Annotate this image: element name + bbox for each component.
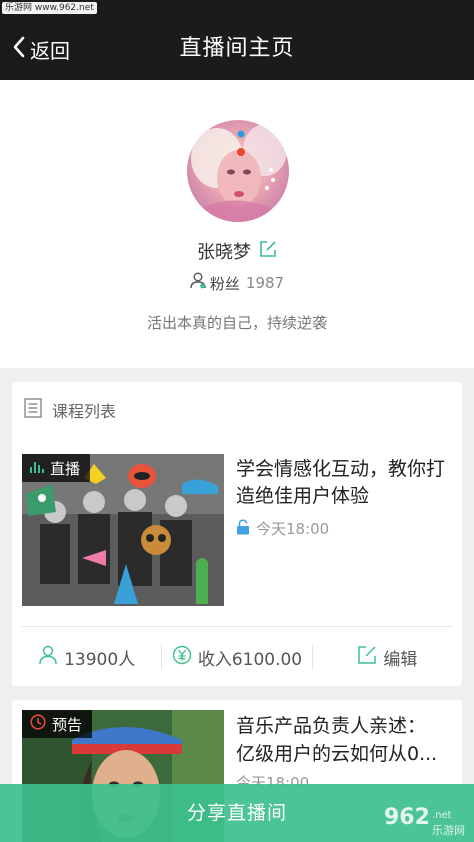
card-divider	[22, 626, 452, 627]
svg-text:乐游网: 乐游网	[432, 824, 465, 837]
bio: 活出本真的自己，持续逆袭	[146, 314, 327, 332]
user-icon	[38, 645, 64, 670]
live-badge-label: 直播	[50, 459, 81, 478]
course-list-header: 课程列表	[24, 398, 116, 422]
viewers-count: 13900人	[64, 649, 136, 670]
course-list-card: 课程列表 直播 学会情感化互动，教你打造绝佳用户体验 今天18:00 13900…	[12, 382, 462, 686]
svg-text:962: 962	[384, 805, 430, 830]
nav-bar: 返回 直播间主页	[0, 18, 474, 80]
course-title-line2: 亿级用户的云如何从0...	[236, 743, 438, 765]
preview-badge: 预告	[22, 710, 93, 738]
profile-section: 张晓梦 粉丝 1987 活出本真的自己，持续逆袭	[0, 80, 474, 368]
page-title: 直播间主页	[179, 36, 295, 61]
edit-icon[interactable]	[259, 240, 277, 262]
user-icon	[190, 272, 206, 294]
watermark-top: 乐游网 www.962.net	[2, 2, 97, 14]
username: 张晓梦	[197, 242, 251, 263]
course-thumbnail[interactable]: 直播	[22, 454, 224, 606]
course-title[interactable]: 音乐产品负责人亲述： 亿级用户的云如何从0...	[236, 712, 458, 768]
svg-text:.net: .net	[432, 810, 452, 821]
signal-icon	[30, 459, 50, 477]
viewers-stat: 13900人	[12, 645, 161, 670]
lock-icon	[236, 518, 256, 539]
edit-course-button[interactable]: 编辑	[313, 645, 462, 670]
clock-icon	[30, 714, 52, 734]
course-time: 今天18:00	[256, 520, 330, 538]
fans-label: 粉丝	[209, 274, 240, 293]
course-title-line1: 音乐产品负责人亲述：	[236, 715, 427, 737]
fans-count: 1987	[245, 274, 285, 292]
course-stats: 13900人 收入6100.00 编辑	[12, 634, 462, 680]
preview-badge-label: 预告	[52, 715, 83, 734]
watermark-logo: 962 .net 乐游网	[382, 802, 470, 838]
course-list-title: 课程列表	[52, 402, 117, 421]
yuan-icon	[172, 645, 198, 670]
edit-icon	[357, 645, 383, 670]
list-icon	[24, 398, 42, 422]
live-badge: 直播	[22, 454, 91, 482]
income-amount: 收入6100.00	[197, 649, 303, 670]
income-stat: 收入6100.00	[162, 645, 311, 670]
edit-label: 编辑	[383, 649, 418, 670]
avatar[interactable]	[187, 120, 289, 222]
course-title[interactable]: 学会情感化互动，教你打造绝佳用户体验	[236, 456, 456, 510]
